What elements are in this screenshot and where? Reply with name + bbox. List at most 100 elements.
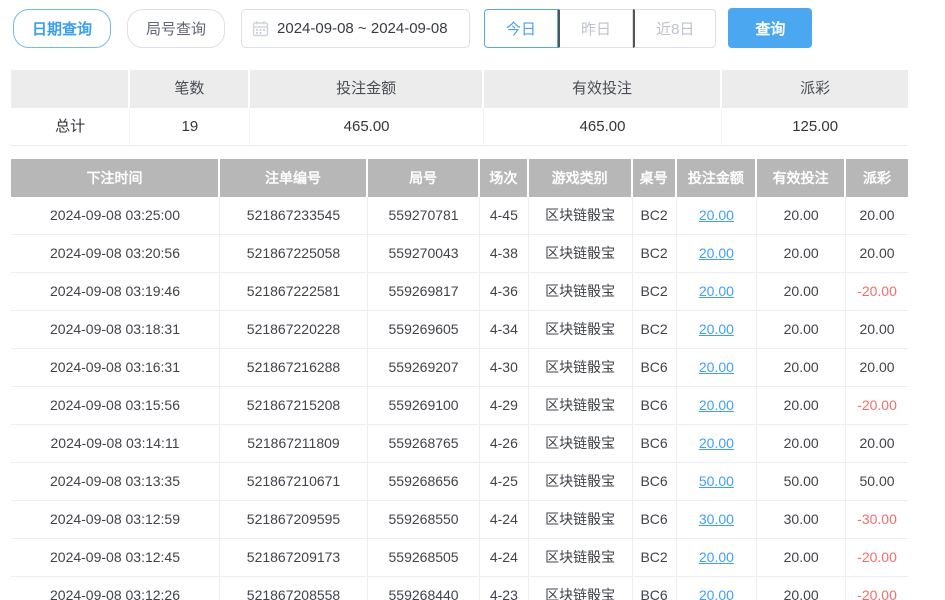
cell-game-type: 区块链骰宝: [529, 349, 633, 387]
cell-round-id: 559268550: [368, 501, 480, 539]
table-row: 2024-09-08 03:12:59521867209595559268550…: [11, 501, 908, 539]
cell-game-type: 区块链骰宝: [529, 273, 633, 311]
cell-table-no: BC6: [633, 425, 677, 463]
date-range-input[interactable]: 2024-09-08 ~ 2024-09-08: [241, 9, 470, 48]
bet-amount-link[interactable]: 20.00: [699, 283, 734, 299]
date-range-value: 2024-09-08 ~ 2024-09-08: [277, 20, 448, 37]
cell-game-type: 区块链骰宝: [529, 501, 633, 539]
search-button[interactable]: 查询: [728, 8, 812, 48]
cell-bet-id: 521867225058: [220, 235, 368, 273]
cell-valid-bet: 20.00: [757, 197, 846, 235]
table-row: 2024-09-08 03:13:35521867210671559268656…: [11, 463, 908, 501]
cell-table-no: BC2: [633, 197, 677, 235]
cell-bet-time: 2024-09-08 03:14:11: [11, 425, 220, 463]
cell-table-no: BC6: [633, 577, 677, 600]
cell-bet-id: 521867222581: [220, 273, 368, 311]
bet-amount-link[interactable]: 20.00: [699, 359, 734, 375]
cell-bet-amount: 20.00: [677, 577, 758, 600]
cell-round-id: 559268505: [368, 539, 480, 577]
bet-amount-link[interactable]: 20.00: [699, 207, 734, 223]
bet-amount-link[interactable]: 20.00: [699, 245, 734, 261]
cell-round-id: 559270043: [368, 235, 480, 273]
cell-bet-id: 521867209173: [220, 539, 368, 577]
column-header-valid-bet: 有效投注: [757, 159, 846, 197]
cell-bet-amount: 20.00: [677, 311, 758, 349]
cell-valid-bet: 20.00: [757, 577, 846, 600]
cell-bet-time: 2024-09-08 03:12:59: [11, 501, 220, 539]
cell-bet-amount: 50.00: [677, 463, 758, 501]
quick-range-button-group: 今日 昨日 近8日: [484, 9, 716, 48]
round-query-tab-button[interactable]: 局号查询: [127, 9, 225, 48]
bet-amount-link[interactable]: 20.00: [699, 397, 734, 413]
summary-header-bet-amount: 投注金额: [250, 70, 483, 108]
summary-header-blank: [11, 70, 130, 108]
cell-round-id: 559269817: [368, 273, 480, 311]
cell-valid-bet: 20.00: [757, 235, 846, 273]
table-row: 2024-09-08 03:20:56521867225058559270043…: [11, 235, 908, 273]
cell-session: 4-24: [480, 539, 528, 577]
cell-game-type: 区块链骰宝: [529, 463, 633, 501]
summary-total-label: 总计: [11, 108, 130, 146]
cell-bet-amount: 20.00: [677, 349, 758, 387]
cell-bet-id: 521867208558: [220, 577, 368, 600]
cell-valid-bet: 20.00: [757, 387, 846, 425]
cell-bet-time: 2024-09-08 03:15:56: [11, 387, 220, 425]
cell-bet-amount: 20.00: [677, 273, 758, 311]
cell-payout: 20.00: [846, 349, 908, 387]
cell-payout: 20.00: [846, 311, 908, 349]
cell-table-no: BC6: [633, 501, 677, 539]
bet-amount-link[interactable]: 50.00: [699, 473, 734, 489]
cell-payout: -20.00: [846, 539, 908, 577]
cell-payout: 50.00: [846, 463, 908, 501]
table-header-row: 下注时间 注单编号 局号 场次 游戏类别 桌号 投注金额 有效投注 派彩: [11, 159, 908, 197]
bet-amount-link[interactable]: 20.00: [699, 321, 734, 337]
column-header-game-type: 游戏类别: [529, 159, 633, 197]
column-header-round-id: 局号: [368, 159, 480, 197]
cell-game-type: 区块链骰宝: [529, 577, 633, 600]
bet-records-table: 下注时间 注单编号 局号 场次 游戏类别 桌号 投注金额 有效投注 派彩 202…: [11, 159, 908, 600]
table-row: 2024-09-08 03:12:26521867208558559268440…: [11, 577, 908, 600]
cell-session: 4-26: [480, 425, 528, 463]
quick-range-last8days-button[interactable]: 近8日: [633, 9, 716, 48]
table-body: 2024-09-08 03:25:00521867233545559270781…: [11, 197, 908, 600]
summary-total-payout: 125.00: [722, 108, 908, 146]
cell-game-type: 区块链骰宝: [529, 425, 633, 463]
cell-bet-id: 521867209595: [220, 501, 368, 539]
cell-payout: -20.00: [846, 387, 908, 425]
table-row: 2024-09-08 03:15:56521867215208559269100…: [11, 387, 908, 425]
cell-session: 4-38: [480, 235, 528, 273]
cell-bet-time: 2024-09-08 03:16:31: [11, 349, 220, 387]
bet-amount-link[interactable]: 20.00: [699, 435, 734, 451]
cell-session: 4-23: [480, 577, 528, 600]
bet-amount-link[interactable]: 20.00: [699, 549, 734, 565]
cell-session: 4-25: [480, 463, 528, 501]
cell-bet-id: 521867220228: [220, 311, 368, 349]
cell-payout: -30.00: [846, 501, 908, 539]
cell-payout: 20.00: [846, 235, 908, 273]
cell-round-id: 559269207: [368, 349, 480, 387]
quick-range-today-button[interactable]: 今日: [484, 9, 558, 48]
date-query-tab-button[interactable]: 日期查询: [13, 9, 111, 48]
cell-payout: -20.00: [846, 273, 908, 311]
bet-amount-link[interactable]: 30.00: [699, 511, 734, 527]
summary-total-valid-bet: 465.00: [484, 108, 723, 146]
cell-session: 4-45: [480, 197, 528, 235]
quick-range-yesterday-button[interactable]: 昨日: [558, 9, 633, 48]
summary-header-row: 笔数 投注金额 有效投注 派彩: [11, 70, 908, 108]
summary-header-count: 笔数: [130, 70, 250, 108]
cell-table-no: BC2: [633, 311, 677, 349]
calendar-icon[interactable]: [252, 20, 269, 37]
cell-bet-time: 2024-09-08 03:13:35: [11, 463, 220, 501]
summary-header-payout: 派彩: [722, 70, 908, 108]
cell-game-type: 区块链骰宝: [529, 235, 633, 273]
summary-total-bet-amount: 465.00: [250, 108, 483, 146]
summary-header-valid-bet: 有效投注: [484, 70, 723, 108]
cell-session: 4-36: [480, 273, 528, 311]
cell-round-id: 559269605: [368, 311, 480, 349]
table-row: 2024-09-08 03:12:45521867209173559268505…: [11, 539, 908, 577]
table-row: 2024-09-08 03:18:31521867220228559269605…: [11, 311, 908, 349]
bet-amount-link[interactable]: 20.00: [699, 587, 734, 600]
cell-session: 4-29: [480, 387, 528, 425]
column-header-bet-amount: 投注金额: [677, 159, 758, 197]
table-row: 2024-09-08 03:19:46521867222581559269817…: [11, 273, 908, 311]
